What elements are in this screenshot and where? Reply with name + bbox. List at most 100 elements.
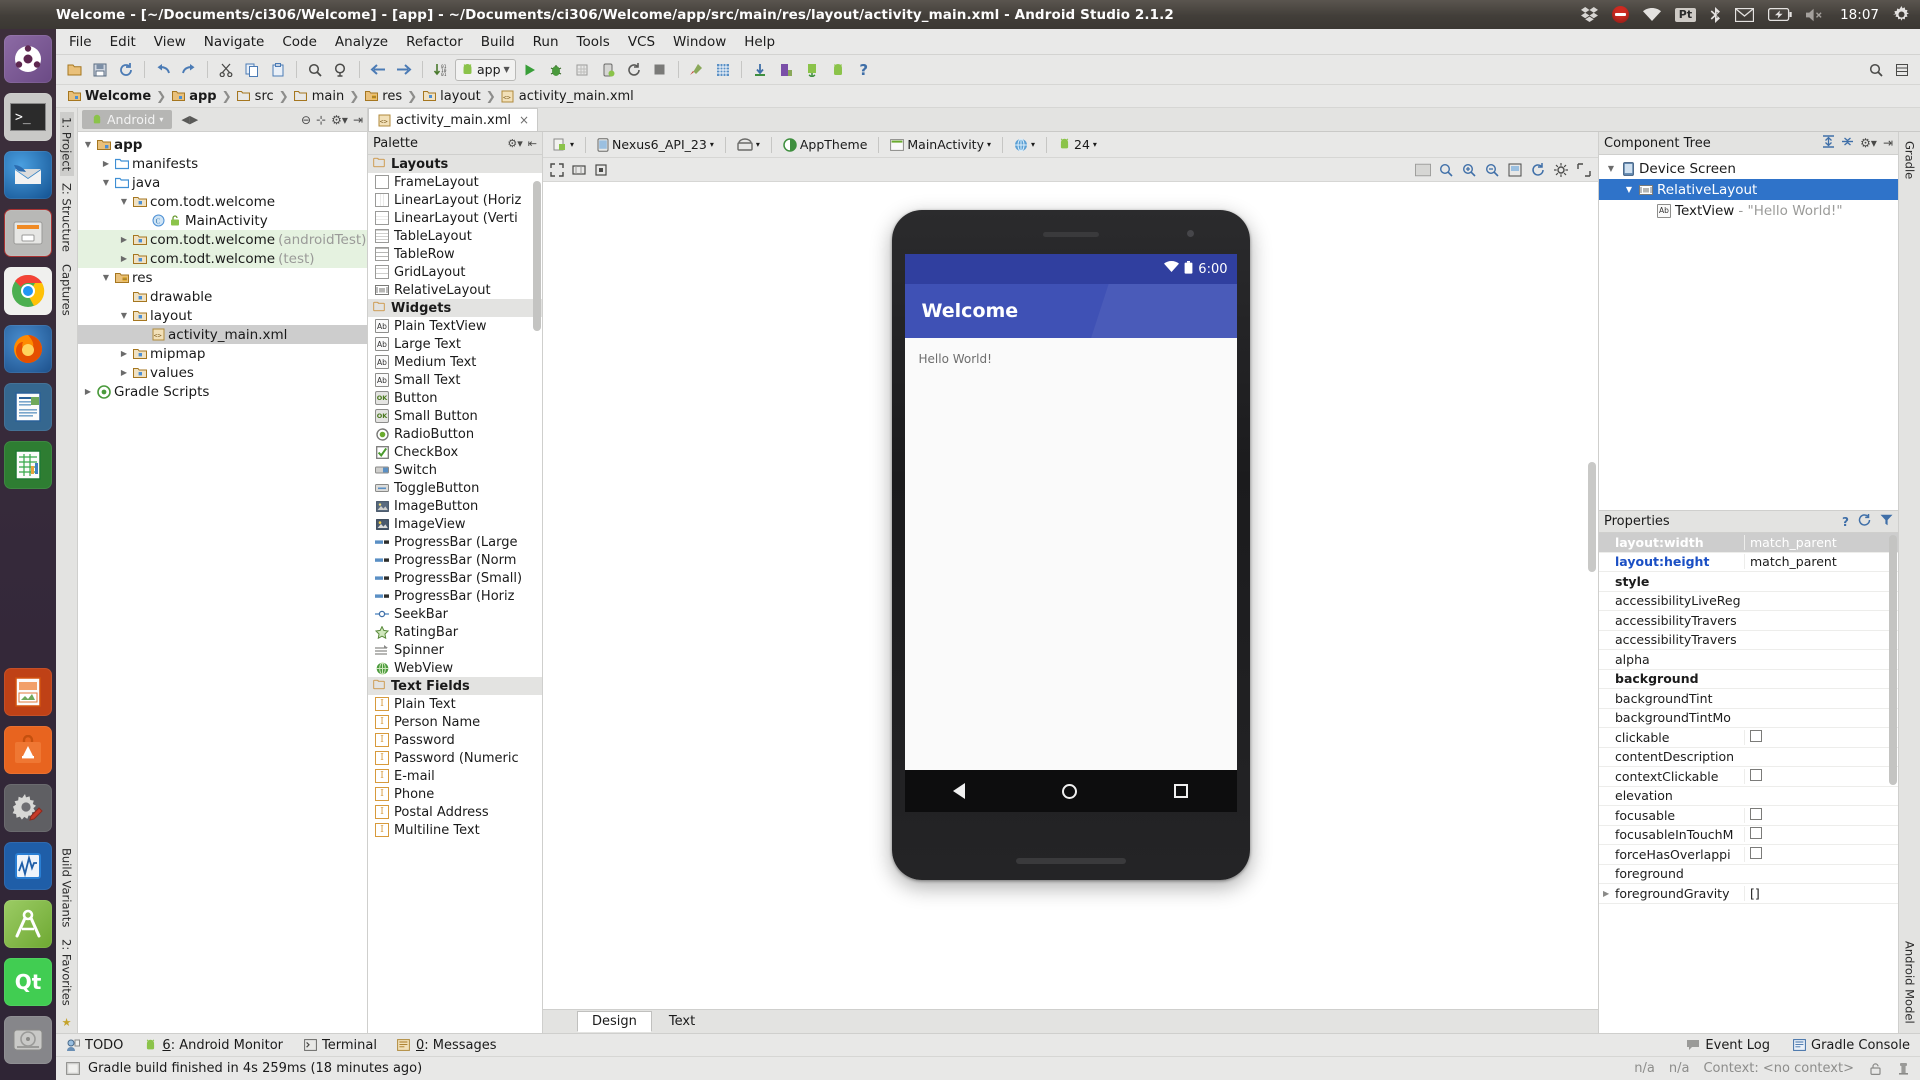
palette-item-postal-address[interactable]: I Postal Address: [368, 803, 542, 821]
launcher-item-thunderbird[interactable]: [4, 151, 52, 199]
property-row-alpha[interactable]: alpha: [1599, 650, 1898, 670]
orientation-selector[interactable]: ▾: [733, 137, 764, 153]
project-tree[interactable]: ▼ app ▶ manifests ▼ java ▼ com.todt.welc…: [78, 132, 367, 1033]
filter-icon[interactable]: [1880, 514, 1893, 529]
palette-list[interactable]: 🗀 Layouts FrameLayout LinearLayout (Hori…: [368, 155, 542, 1033]
launcher-item-files[interactable]: [4, 209, 52, 257]
tree-item-res[interactable]: ▼ res: [78, 268, 367, 287]
device-monitor-icon[interactable]: [800, 58, 824, 82]
menu-navigate[interactable]: Navigate: [195, 31, 274, 53]
palette-item-tablerow[interactable]: TableRow: [368, 245, 542, 263]
property-value[interactable]: match_parent: [1744, 534, 1898, 550]
debug-icon[interactable]: [544, 58, 568, 82]
editor-tab-activity-main-xml[interactable]: <> activity_main.xml ×: [368, 108, 539, 131]
screenshot-icon[interactable]: [1507, 162, 1523, 178]
property-value[interactable]: [1744, 846, 1898, 862]
property-row-focusable[interactable]: focusable: [1599, 806, 1898, 826]
recents-button[interactable]: [1174, 784, 1188, 798]
menu-build[interactable]: Build: [472, 31, 524, 53]
refresh-icon[interactable]: [1530, 162, 1546, 178]
palette-item-phone[interactable]: I Phone: [368, 785, 542, 803]
config-icon[interactable]: ▾: [549, 137, 578, 153]
twisty-right-icon[interactable]: ▶: [1603, 889, 1609, 898]
menu-vcs[interactable]: VCS: [619, 31, 664, 53]
preview-canvas[interactable]: 6:00 Welcome Hello World!: [543, 182, 1598, 1009]
menu-window[interactable]: Window: [664, 31, 735, 53]
menu-view[interactable]: View: [145, 31, 195, 53]
twisty-down-icon[interactable]: ▼: [1623, 185, 1635, 194]
launcher-item-ubuntu-dash[interactable]: [4, 35, 52, 83]
activity-selector[interactable]: MainActivity ▾: [886, 136, 995, 153]
help-icon[interactable]: ?: [1842, 515, 1849, 529]
palette-item-checkbox[interactable]: CheckBox: [368, 443, 542, 461]
tree-item-package-test[interactable]: ▶ com.todt.welcome (test): [78, 249, 367, 268]
palette-scrollbar[interactable]: [533, 181, 541, 331]
property-row-background[interactable]: background: [1599, 670, 1898, 689]
blueprint-icon[interactable]: [571, 162, 587, 178]
property-value[interactable]: []: [1744, 885, 1898, 901]
rail-item-structure[interactable]: Z: Structure: [60, 178, 74, 257]
stop-icon[interactable]: [1611, 6, 1629, 23]
tree-item-values[interactable]: ▶ values: [78, 363, 367, 382]
breadcrumb-item-main[interactable]: main: [289, 89, 349, 104]
undo-icon[interactable]: [151, 58, 175, 82]
android-content[interactable]: Hello World!: [905, 338, 1237, 366]
tool-window-todo[interactable]: TODO: [66, 1038, 123, 1053]
launcher-item-system-settings[interactable]: [4, 784, 52, 832]
property-row-focusableintouchmode[interactable]: focusableInTouchM: [1599, 826, 1898, 845]
palette-item-linearlayout-vertical[interactable]: LinearLayout (Verti: [368, 209, 542, 227]
menu-help[interactable]: Help: [735, 31, 784, 53]
tool-window-android-monitor[interactable]: 6: Android Monitor: [143, 1038, 283, 1053]
palette-item-switch[interactable]: Switch: [368, 461, 542, 479]
battery-icon[interactable]: [1768, 8, 1792, 21]
menu-edit[interactable]: Edit: [101, 31, 145, 53]
launcher-item-android-studio[interactable]: [4, 900, 52, 948]
settings-icon[interactable]: ⚙▾: [331, 113, 348, 127]
launcher-item-google-chrome[interactable]: [4, 267, 52, 315]
navigation-arrows-icon[interactable]: ◀▶: [181, 113, 198, 126]
property-value[interactable]: [1744, 768, 1898, 784]
project-structure-icon[interactable]: [774, 58, 798, 82]
hide-icon[interactable]: ⇥: [353, 113, 363, 127]
cut-icon[interactable]: [214, 58, 238, 82]
property-row-layout-height[interactable]: layout:height match_parent: [1599, 553, 1898, 572]
reset-icon[interactable]: [1858, 514, 1871, 529]
launcher-item-ubuntu-software[interactable]: [4, 726, 52, 774]
checkbox-icon[interactable]: [1750, 827, 1762, 840]
twisty-down-icon[interactable]: ▼: [82, 140, 94, 149]
palette-color-icon[interactable]: [1415, 162, 1431, 178]
palette-item-person-name[interactable]: I Person Name: [368, 713, 542, 731]
palette-item-linearlayout-horizontal[interactable]: LinearLayout (Horiz: [368, 191, 542, 209]
menu-tools[interactable]: Tools: [568, 31, 619, 53]
replace-icon[interactable]: [329, 58, 353, 82]
zoom-in-icon[interactable]: [1461, 162, 1477, 178]
tab-text[interactable]: Text: [654, 1011, 710, 1032]
paste-icon[interactable]: [266, 58, 290, 82]
property-row-elevation[interactable]: elevation: [1599, 787, 1898, 806]
property-row-foregroundgravity[interactable]: ▶ foregroundGravity []: [1599, 884, 1898, 904]
zoom-out-icon[interactable]: [1484, 162, 1500, 178]
component-node-relativelayout[interactable]: ▼ RelativeLayout: [1599, 179, 1898, 200]
checkbox-icon[interactable]: [1750, 846, 1762, 859]
palette-item-plain-textview[interactable]: Ab Plain TextView: [368, 317, 542, 335]
redo-icon[interactable]: [177, 58, 201, 82]
menu-refactor[interactable]: Refactor: [397, 31, 472, 53]
palette-item-relativelayout[interactable]: RelativeLayout: [368, 281, 542, 299]
tree-item-manifests[interactable]: ▶ manifests: [78, 154, 367, 173]
tree-item-package-main[interactable]: ▼ com.todt.welcome: [78, 192, 367, 211]
component-tree[interactable]: ▼ Device Screen ▼ RelativeLayout Ab Text…: [1599, 155, 1898, 510]
twisty-down-icon[interactable]: ▼: [100, 178, 112, 187]
rerun-icon[interactable]: [622, 58, 646, 82]
lock-icon[interactable]: [1868, 1062, 1882, 1076]
breadcrumb-item-layout[interactable]: layout: [417, 89, 486, 104]
palette-item-imageview[interactable]: ImageView: [368, 515, 542, 533]
mail-icon[interactable]: [1735, 7, 1755, 22]
sync-gradle-icon[interactable]: [748, 58, 772, 82]
run-configuration-selector[interactable]: app ▼: [455, 58, 516, 81]
launcher-item-firefox[interactable]: [4, 325, 52, 373]
collapse-icon[interactable]: ⊖: [301, 113, 311, 127]
palette-group-widgets[interactable]: 🗀 Widgets: [368, 299, 542, 317]
settings-icon[interactable]: [1553, 162, 1569, 178]
back-icon[interactable]: [366, 58, 390, 82]
locale-selector[interactable]: ▾: [1010, 137, 1039, 153]
